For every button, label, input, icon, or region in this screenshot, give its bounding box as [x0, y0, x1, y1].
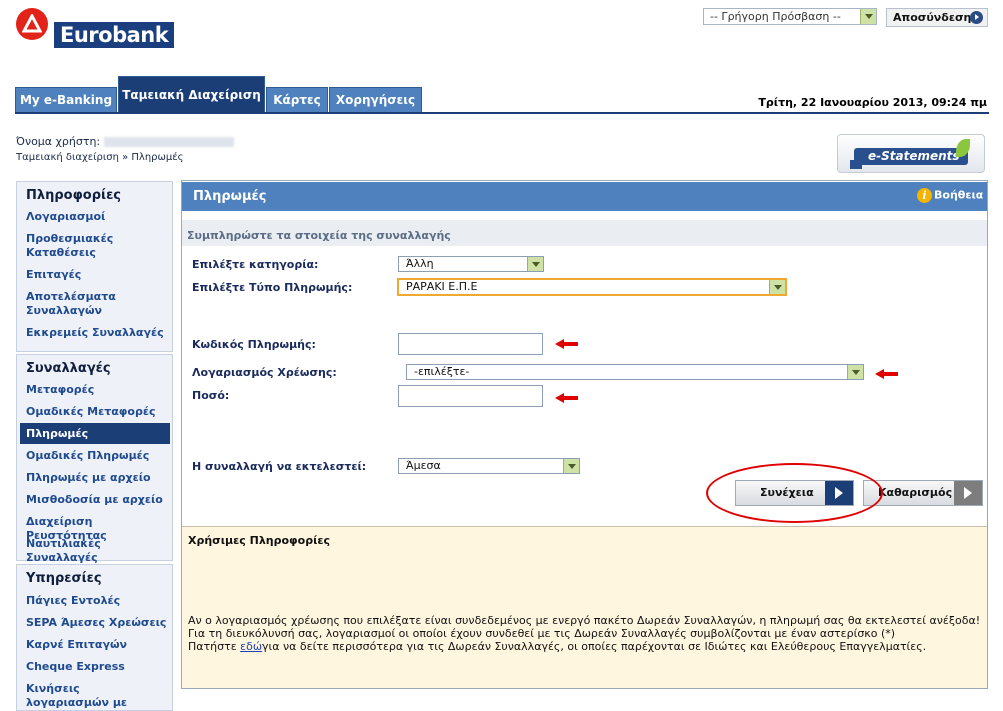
info-line-3-post: για να δείτε περισσότερα για τις Δωρεάν … [262, 640, 927, 653]
sidebar-item-payments[interactable]: Πληρωμές [20, 423, 170, 444]
arrow-right-icon [954, 481, 982, 505]
panel-header [182, 182, 987, 211]
amount-input[interactable] [398, 385, 543, 407]
info-icon: i [917, 188, 932, 203]
sidebar-item-file-payments[interactable]: Πληρωμές με αρχείο [17, 471, 151, 485]
tab-cards[interactable]: Κάρτες [266, 87, 328, 113]
brand-name[interactable]: Eurobank [54, 22, 175, 48]
sidebar-item-transfers[interactable]: Μεταφορές [17, 383, 94, 397]
debit-account-select[interactable]: -επιλέξτε- [406, 364, 864, 380]
clear-label: Καθαρισμός [878, 486, 953, 499]
chevron-down-icon[interactable] [769, 280, 785, 294]
quick-access-select[interactable]: -- Γρήγορη Πρόσβαση -- [703, 8, 877, 25]
payment-type-select[interactable]: ΡΑΡΑΚΙ Ε.Π.Ε [397, 278, 787, 296]
estatements-button[interactable]: e-Statements [837, 134, 985, 173]
quick-access-label: -- Γρήγορη Πρόσβαση -- [710, 10, 841, 23]
arrow-right-icon [970, 11, 983, 24]
info-line-3-pre: Πατήστε [188, 640, 241, 653]
help-link[interactable]: i Βοήθεια [917, 188, 983, 203]
sidebar-item-payroll-file[interactable]: Μισθοδοσία με αρχείο [17, 493, 163, 507]
chevron-down-icon[interactable] [527, 257, 543, 271]
logout-button[interactable]: Αποσύνδεση [886, 8, 988, 27]
category-value: Άλλη [406, 257, 434, 270]
sidebar-item-pending-transactions[interactable]: Εκκρεμείς Συναλλαγές [17, 326, 164, 340]
envelope-icon [850, 160, 862, 169]
sidebar-heading-info: Πληροφορίες [26, 188, 122, 203]
sidebar-services-box: Υπηρεσίες Πάγιες Εντολές SEPA Άμεσες Χρε… [16, 564, 173, 711]
red-arrow-icon [875, 369, 898, 379]
chevron-down-icon[interactable] [860, 9, 876, 24]
username-redacted [104, 137, 235, 147]
page-title: Πληρωμές [193, 189, 267, 204]
sidebar-item-account-movements-file[interactable]: Κινήσεις λογαριασμών με αρχείο [17, 682, 162, 711]
sidebar-item-time-deposits[interactable]: Προθεσμιακές Καταθέσεις [17, 232, 137, 260]
help-label: Βοήθεια [934, 188, 984, 202]
tab-cash-management[interactable]: Ταμειακή Διαχείριση [118, 76, 265, 113]
sidebar-heading-transactions: Συναλλαγές [26, 361, 111, 376]
sidebar-item-standing-orders[interactable]: Πάγιες Εντολές [17, 594, 120, 608]
sidebar-item-cheques[interactable]: Επιταγές [17, 268, 81, 282]
sidebar-item-transaction-results[interactable]: Αποτελέσματα Συναλλαγών [17, 290, 137, 318]
form-subtitle: Συμπληρώστε τα στοιχεία της συναλλαγής [187, 229, 451, 242]
chevron-down-icon[interactable] [847, 365, 863, 379]
sidebar-transactions-box: Συναλλαγές Μεταφορές Ομαδικές Μεταφορές … [16, 354, 173, 564]
info-line-3: Πατήστε εδώγια να δείτε περισσότερα για … [188, 640, 926, 653]
logout-label: Αποσύνδεση [893, 11, 972, 24]
category-label: Επιλέξτε κατηγορία: [192, 258, 319, 271]
sidebar-item-cheque-express[interactable]: Cheque Express [17, 660, 125, 674]
username-row: Όνομα χρήστη: [16, 135, 235, 148]
payment-type-label: Επιλέξτε Τύπο Πληρωμής: [192, 281, 353, 294]
red-arrow-icon [555, 339, 578, 349]
chevron-down-icon[interactable] [563, 459, 579, 473]
estatements-label: e-Statements [868, 149, 960, 163]
sidebar-item-sepa-direct-debits[interactable]: SEPA Άμεσες Χρεώσεις [17, 616, 166, 630]
execute-select[interactable]: Άμεσα [398, 458, 580, 474]
sidebar-item-accounts[interactable]: Λογαριασμοί [17, 210, 105, 224]
sidebar-item-group-transfers[interactable]: Ομαδικές Μεταφορές [17, 405, 155, 419]
red-arrow-icon [555, 393, 578, 403]
payment-type-value: ΡΑΡΑΚΙ Ε.Π.Ε [406, 280, 478, 293]
useful-info-title: Χρήσιμες Πληροφορίες [188, 534, 331, 547]
payment-code-label: Κωδικός Πληρωμής: [192, 338, 316, 351]
debit-account-label: Λογαριασμός Χρέωσης: [192, 366, 337, 379]
info-line-2: Για τη διευκόλυνσή σας, λογαριασμοί οι ο… [188, 627, 896, 640]
date-time: Τρίτη, 22 Ιανουαρίου 2013, 09:24 πμ [758, 96, 987, 109]
tab-loans[interactable]: Χορηγήσεις [329, 87, 422, 113]
sidebar-item-shipping-transactions[interactable]: Ναυτιλιακές Συναλλαγές [17, 537, 172, 565]
sidebar-heading-services: Υπηρεσίες [26, 571, 102, 586]
sidebar-item-chequebooks[interactable]: Καρνέ Επιταγών [17, 638, 127, 652]
sidebar-item-group-payments[interactable]: Ομαδικές Πληρωμές [17, 449, 149, 463]
execute-value: Άμεσα [406, 459, 441, 472]
red-highlight-ellipse [706, 463, 883, 523]
free-transactions-link[interactable]: εδώ [240, 640, 262, 653]
category-select[interactable]: Άλλη [398, 256, 544, 272]
amount-label: Ποσό: [192, 389, 230, 402]
eurobank-logo-icon[interactable] [16, 8, 48, 40]
execute-label: Η συναλλαγή να εκτελεστεί: [192, 460, 367, 473]
payment-code-input[interactable] [398, 333, 543, 355]
breadcrumb: Ταμειακή διαχείριση » Πληρωμές [16, 152, 184, 163]
username-label: Όνομα χρήστη: [16, 135, 101, 148]
tab-my-ebanking[interactable]: My e-Banking [15, 87, 117, 113]
info-line-1: Αν ο λογαριασμός χρέωσης που επιλέξατε ε… [188, 614, 981, 627]
tab-underline [15, 112, 989, 114]
useful-info-box [182, 526, 987, 688]
sidebar-info-box: Πληροφορίες Λογαριασμοί Προθεσμιακές Κατ… [16, 181, 173, 352]
debit-account-value: -επιλέξτε- [414, 365, 470, 378]
